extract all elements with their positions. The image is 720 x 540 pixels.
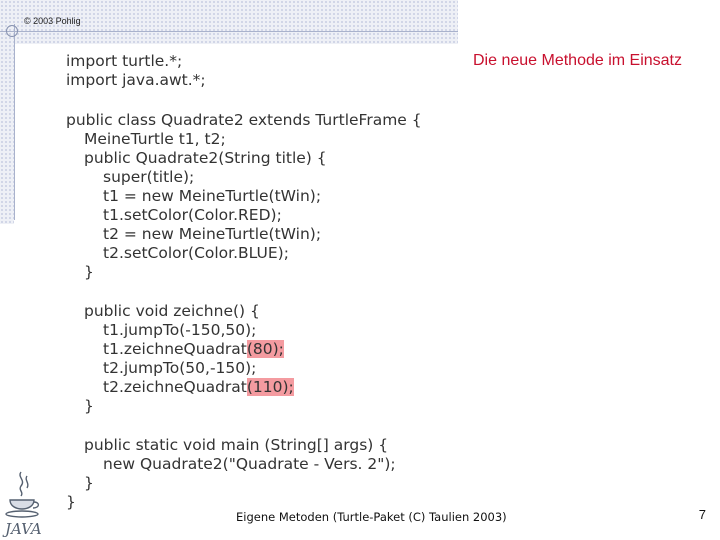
code-line: }	[84, 474, 94, 492]
code-line: t1.jumpTo(-150,50);	[103, 321, 257, 339]
highlighted-argument: (80);	[246, 340, 284, 358]
code-line: t2.zeichneQuadrat(110);	[103, 378, 294, 397]
code-line: t1.setColor(Color.RED);	[103, 206, 282, 224]
code-line: t2 = new MeineTurtle(tWin);	[103, 225, 322, 243]
footer-text: Eigene Metoden (Turtle-Paket (C) Taulien…	[236, 510, 507, 524]
code-line: t2.setColor(Color.BLUE);	[103, 244, 289, 262]
slide-title: Die neue Methode im Einsatz	[473, 52, 682, 69]
corner-circle-icon	[6, 25, 18, 37]
code-line: }	[84, 263, 94, 281]
code-line: super(title);	[103, 168, 195, 186]
page-number: 7	[698, 507, 706, 522]
header-rule	[0, 31, 458, 32]
code-line: MeineTurtle t1, t2;	[84, 130, 226, 148]
side-rule	[14, 24, 15, 220]
code-line: t1 = new MeineTurtle(tWin);	[103, 187, 322, 205]
code-line: t2.jumpTo(50,-150);	[103, 359, 257, 377]
code-line: public Quadrate2(String title) {	[84, 149, 327, 167]
code-line: import java.awt.*;	[66, 71, 206, 89]
code-line: t1.zeichneQuadrat(80);	[103, 340, 284, 359]
side-decoration	[0, 44, 14, 224]
code-line: new Quadrate2("Quadrate - Vers. 2");	[103, 455, 396, 473]
java-coffee-cup-icon	[5, 471, 40, 518]
code-line: public static void main (String[] args) …	[84, 436, 389, 454]
highlighted-argument: (110);	[246, 378, 294, 396]
code-line: public class Quadrate2 extends TurtleFra…	[66, 111, 422, 129]
code-line: }	[66, 493, 76, 511]
code-line: import turtle.*;	[66, 52, 183, 70]
code-line: }	[84, 397, 94, 415]
java-logo-text: JAVA	[2, 520, 42, 538]
copyright-notice: © 2003 Pohlig	[24, 16, 81, 26]
code-text: t1.zeichneQuadrat	[103, 340, 247, 358]
code-text: t2.zeichneQuadrat	[103, 378, 247, 396]
code-line: public void zeichne() {	[84, 302, 260, 320]
java-logo: JAVA	[2, 471, 42, 538]
